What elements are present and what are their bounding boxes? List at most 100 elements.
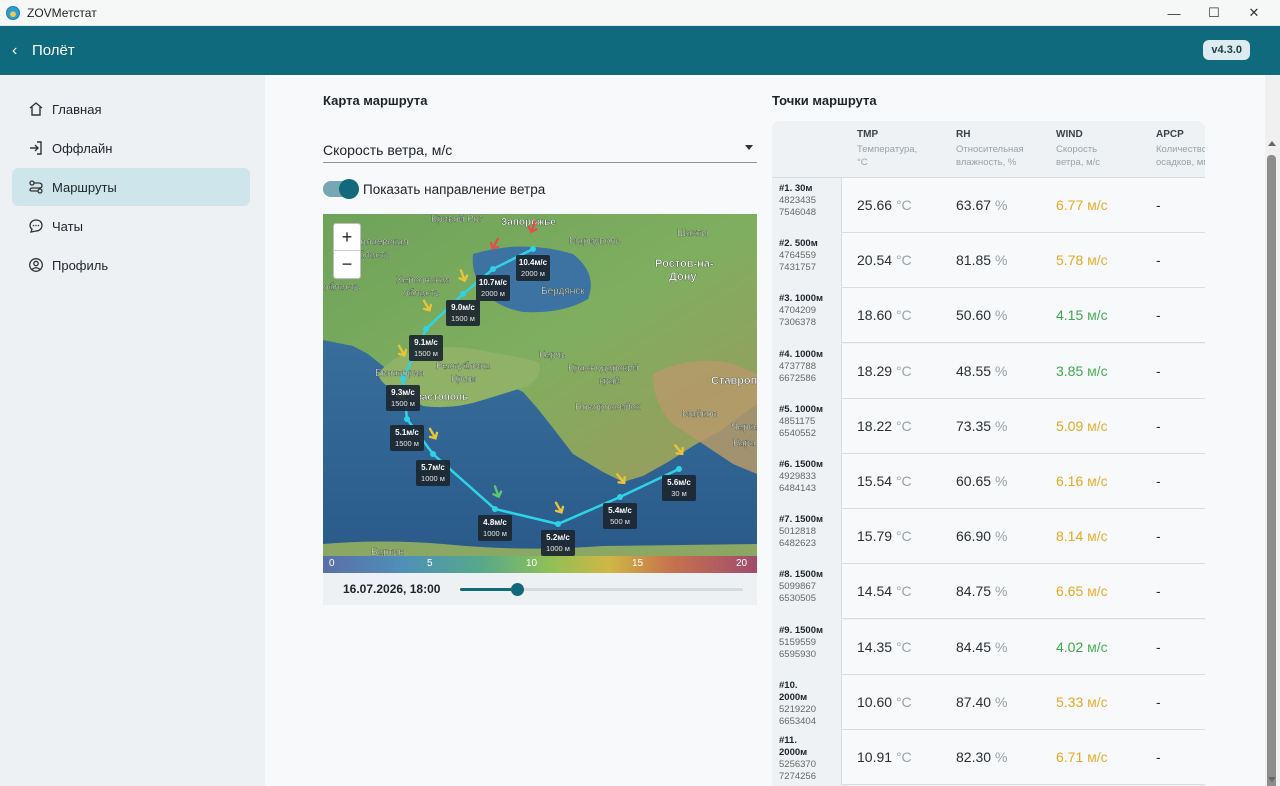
login-icon [26,138,46,158]
rh-unit: % [994,252,1008,269]
waypoint-label[interactable]: 9.3м/с 1500 м [386,385,420,411]
waypoint-marker[interactable] [460,291,466,297]
sidebar-item-label: Главная [52,101,102,117]
close-button[interactable]: ✕ [1234,0,1274,26]
scale-tick-label: 10 [526,558,538,569]
table-row[interactable]: #3. 1000м 4704209 7306378 18.60 °C 50.60 % 4.… [772,288,1205,344]
minimize-button[interactable]: — [1154,0,1194,26]
sidebar-item-label: Маршруты [52,179,117,195]
waypoint-label[interactable]: 9.0м/с 1500 м [446,300,480,326]
row-coord-1: 4851175 [779,415,816,427]
waypoint-marker[interactable] [423,326,429,332]
apcp-cell: - [1156,473,1161,489]
table-row[interactable]: #5. 1000м 4851175 6540552 18.22 °C 73.35 % 5.… [772,398,1205,454]
table-row[interactable]: #4. 1000м 4737788 6672586 18.29 °C 48.55 % 3.… [772,343,1205,399]
row-name: #8. 1500м [779,569,824,581]
wind-cell: 5.33 м/с [1056,694,1108,710]
waypoint-marker[interactable] [430,451,436,457]
wind-cell: 4.02 м/с [1056,639,1108,655]
table-row[interactable]: #8. 1500м 5099867 6530505 14.54 °C 84.75 % 6.… [772,564,1205,620]
apcp-cell: - [1156,638,1161,655]
rh-unit: % [994,307,1008,324]
waypoint-marker[interactable] [492,506,498,512]
row-coord-1: 5099867 [779,581,816,593]
wind-cell: 5.09 м/с [1056,418,1108,434]
table-row[interactable]: #11. 2000м 5256370 7274256 10.91 °C 82.30 % 6.… [772,730,1205,785]
sidebar-item-2[interactable]: Маршруты [12,168,250,206]
waypoint-speed: 9.0м/с [451,303,475,312]
map-place-label: Бердянск [541,286,585,297]
waypoint-marker[interactable] [530,246,536,252]
rh-unit: % [994,197,1008,213]
column-code: RH [956,129,971,140]
row-coord-2: 6653404 [779,715,816,727]
sidebar-item-0[interactable]: Главная [12,90,250,128]
column-header: APCP Количество осадков, мм [1156,129,1205,169]
sidebar-item-3[interactable]: Чаты [12,207,250,245]
table-row[interactable]: #9. 1500м 5159559 6595930 14.35 °C 84.45 % 4.… [772,619,1205,675]
waypoint-marker[interactable] [490,266,496,272]
table-row[interactable]: #7. 1500м 5012818 6482623 15.79 °C 66.90 % 8.… [772,509,1205,565]
map-layer-select[interactable]: Скорость ветра, м/с [323,137,757,163]
back-icon[interactable]: ‹ [12,42,26,60]
waypoint-label[interactable]: 4.8м/с 1000 м [478,515,512,541]
rh-cell: 81.85 % [956,252,1007,268]
page-scrollbar[interactable] [1265,75,1280,786]
rh-value: 82.30 [956,749,992,765]
tmp-cell: 10.60 °C [857,694,912,710]
map-place-label: область [323,281,360,293]
time-slider-track[interactable] [460,583,743,596]
table-row[interactable]: #6. 1500м 4929833 6484143 15.54 °C 60.65 % 6.… [772,454,1205,509]
window-title: ZOVМетстат [27,5,97,20]
zoom-in-button[interactable]: + [334,224,360,251]
table-row[interactable]: #2. 500м 4764559 7431757 20.54 °C 81.85 % 5.7… [772,233,1205,289]
wind-direction-toggle[interactable] [323,179,359,199]
rh-unit: % [994,417,1008,434]
waypoint-speed: 5.2м/с [546,533,570,542]
tmp-value: 25.66 [857,197,893,213]
scroll-down-icon[interactable] [1268,777,1276,782]
waypoint-label[interactable]: 10.7м/с 2000 м [476,275,510,301]
tmp-unit: °C [895,583,912,600]
row-coord-1: 4737788 [779,360,816,372]
table-header: TMP Температура, °C RH Относительная влажност… [772,121,1205,178]
scrollbar-thumb[interactable] [1267,155,1276,786]
zoom-out-button[interactable]: − [334,251,360,278]
row-header: #11. 2000м 5256370 7274256 [772,730,842,785]
map-place-label: Кривой Рог [431,214,483,225]
table-row[interactable]: #10. 2000м 5219220 6653404 10.60 °C 87.40 % 5.… [772,674,1205,730]
sidebar-item-label: Чаты [52,218,83,234]
map-canvas: Кривой Рог ЗапорожьеМариупольШахтыРостов-… [323,214,757,556]
column-desc-line2: влажность, % [956,157,1017,168]
waypoint-marker[interactable] [404,416,410,422]
waypoint-label[interactable]: 5.4м/с 500 м [603,503,637,529]
table-row[interactable]: #1. 30м 4823435 7546048 25.66 °C 63.67 % 6.77… [772,178,1205,233]
rh-value: 87.40 [956,693,992,710]
waypoint-label[interactable]: 5.1м/с 1500 м [390,425,424,451]
sidebar-item-label: Профиль [52,257,109,273]
row-coord-1: 5219220 [779,703,816,715]
maximize-button[interactable]: ☐ [1194,0,1234,26]
waypoint-label[interactable]: 5.6м/с 30 м [662,475,696,501]
waypoint-label[interactable]: 5.7м/с 1000 м [416,460,450,486]
scroll-up-icon[interactable] [1268,141,1276,146]
waypoint-label[interactable]: 5.2м/с 1000 м [541,530,575,556]
version-badge: v4.3.0 [1203,40,1250,60]
rh-unit: % [994,638,1008,655]
column-desc-line2: ветра, м/с [1056,157,1101,168]
waypoint-marker[interactable] [617,494,623,500]
column-desc: Относительная влажность, % [956,143,1046,169]
waypoint-label[interactable]: 10.4м/с 2000 м [516,255,550,281]
route-map[interactable]: Кривой Рог Запорожье Мариуполь Шахты Ростов-… [323,214,757,556]
sidebar-item-1[interactable]: Оффлайн [12,129,250,167]
waypoint-marker[interactable] [555,521,561,527]
row-header: #4. 1000м 4737788 6672586 [772,343,842,399]
apcp-cell: - [1156,362,1161,379]
row-name: #4. 1000м [779,348,824,360]
waypoint-label[interactable]: 9.1м/с 1500 м [409,335,443,361]
row-name: #3. 1000м [779,293,824,305]
time-slider-thumb[interactable] [510,583,524,596]
waypoint-marker[interactable] [400,376,406,382]
sidebar-item-4[interactable]: Профиль [12,246,250,284]
waypoint-marker[interactable] [676,466,682,472]
